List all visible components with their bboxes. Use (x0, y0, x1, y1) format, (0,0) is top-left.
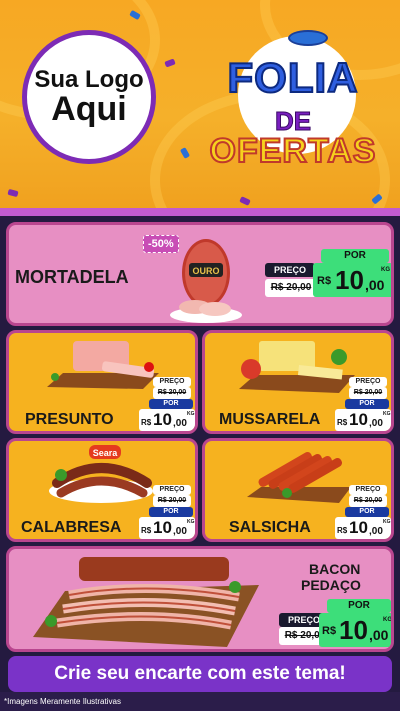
price-integer: 10 (153, 410, 172, 429)
old-price: R$ 20,00 (349, 495, 387, 507)
new-price: R$ 10 ,00 KG (313, 263, 391, 297)
presunto-image (47, 341, 159, 389)
por-label: POR (345, 399, 389, 409)
product-name-line2: PEDAÇO (301, 577, 361, 593)
old-price: R$ 20,00 (265, 279, 317, 297)
old-price-label: PREÇO (349, 485, 387, 495)
product-name: PRESUNTO (25, 411, 114, 428)
new-price: R$ 10 ,00 KG (139, 517, 195, 539)
old-price-label: PREÇO (153, 485, 191, 495)
product-name: MUSSARELA (219, 411, 321, 428)
price-decimal: ,00 (365, 277, 385, 293)
old-price: R$ 20,00 (153, 387, 191, 399)
unit: KG (187, 411, 195, 417)
mortadela-image: OURO (170, 239, 242, 323)
title-ofertas: OFERTAS (209, 131, 377, 171)
old-price-label: PREÇO (153, 377, 191, 387)
price-integer: 10 (335, 265, 364, 295)
bacon-image (33, 557, 259, 647)
product-card-mortadela[interactable]: MORTADELA -50% OURO PREÇO R$ 20,00 POR R… (6, 222, 394, 326)
old-price: R$ 20,00 (153, 495, 191, 507)
old-price-value: R$ 20,00 (353, 389, 383, 396)
price-integer: 10 (349, 410, 368, 429)
unit: KG (383, 617, 392, 623)
price-integer: 10 (153, 518, 172, 537)
old-price-value: R$ 20,00 (353, 497, 383, 504)
product-name: SALSICHA (229, 519, 311, 536)
folia-de-ofertas-logo: FOLIA DE OFERTAS (200, 30, 386, 186)
old-price-value: R$ 20,00 (157, 497, 187, 504)
currency: R$ (337, 418, 348, 427)
new-price: R$ 10 ,00 KG (139, 409, 195, 431)
unit: KG (383, 411, 391, 417)
product-card-mussarela[interactable]: MUSSARELA PREÇO R$ 20,00 POR R$ 10 ,00 K… (202, 330, 394, 434)
product-name: CALABRESA (21, 519, 122, 536)
confetti (7, 188, 19, 198)
por-label: POR (327, 599, 391, 613)
create-flyer-banner[interactable]: Crie seu encarte com este tema! (8, 656, 392, 692)
product-card-presunto[interactable]: PRESUNTO PREÇO R$ 20,00 POR R$ 10 ,00 KG (6, 330, 198, 434)
unit: KG (383, 519, 391, 525)
price-decimal: ,00 (173, 418, 187, 429)
por-label: POR (149, 399, 193, 409)
old-price-value: R$ 20,00 (270, 282, 312, 293)
price-decimal: ,00 (369, 526, 383, 537)
salsicha-image (247, 452, 351, 503)
flyer-page: Sua Logo Aqui FOLIA DE OFERTAS MORTADELA… (0, 0, 400, 711)
unit: KG (381, 267, 390, 273)
currency: R$ (322, 625, 337, 637)
divider (0, 208, 400, 216)
confetti (164, 58, 176, 68)
brand-label: Seara (93, 448, 119, 458)
price-integer: 10 (339, 615, 368, 645)
new-price: R$ 10 ,00 KG (319, 613, 392, 647)
old-price-label: PREÇO (265, 263, 315, 277)
price-integer: 10 (349, 518, 368, 537)
currency: R$ (317, 275, 332, 287)
product-card-bacon[interactable]: BACON PEDAÇO PREÇO R$ 20,00 POR R$ 10 ,0… (6, 546, 394, 652)
por-label: POR (149, 507, 193, 517)
product-name: MORTADELA (15, 267, 129, 287)
brand-label: OURO (193, 266, 220, 276)
logo-text-line1: Sua Logo (34, 65, 144, 93)
product-card-salsicha[interactable]: SALSICHA PREÇO R$ 20,00 POR R$ 10 ,00 KG (202, 438, 394, 542)
new-price: R$ 10 ,00 KG (335, 409, 391, 431)
carnival-mask-icon (288, 30, 328, 46)
product-card-calabresa[interactable]: Seara CALABRESA PREÇO R$ 20,00 POR R$ 10… (6, 438, 198, 542)
unit: KG (187, 519, 195, 525)
calabresa-image: Seara (49, 445, 153, 503)
currency: R$ (141, 526, 152, 535)
logo-text-line2: Aqui (51, 89, 127, 128)
product-name-line1: BACON (309, 561, 361, 577)
old-price: R$ 20,00 (349, 387, 387, 399)
logo-placeholder[interactable]: Sua Logo Aqui (22, 30, 156, 164)
currency: R$ (337, 526, 348, 535)
disclaimer: *Imagens Meramente Ilustrativas (4, 697, 121, 706)
new-price: R$ 10 ,00 KG (335, 517, 391, 539)
mussarela-image (239, 341, 355, 393)
por-label: POR (321, 249, 389, 263)
old-price-label: PREÇO (349, 377, 387, 387)
price-decimal: ,00 (369, 418, 383, 429)
old-price-value: R$ 20,00 (157, 389, 187, 396)
title-folia: FOLIA (227, 53, 359, 102)
header: Sua Logo Aqui FOLIA DE OFERTAS (0, 0, 400, 215)
currency: R$ (141, 418, 152, 427)
price-decimal: ,00 (369, 627, 389, 643)
price-decimal: ,00 (173, 526, 187, 537)
por-label: POR (345, 507, 389, 517)
